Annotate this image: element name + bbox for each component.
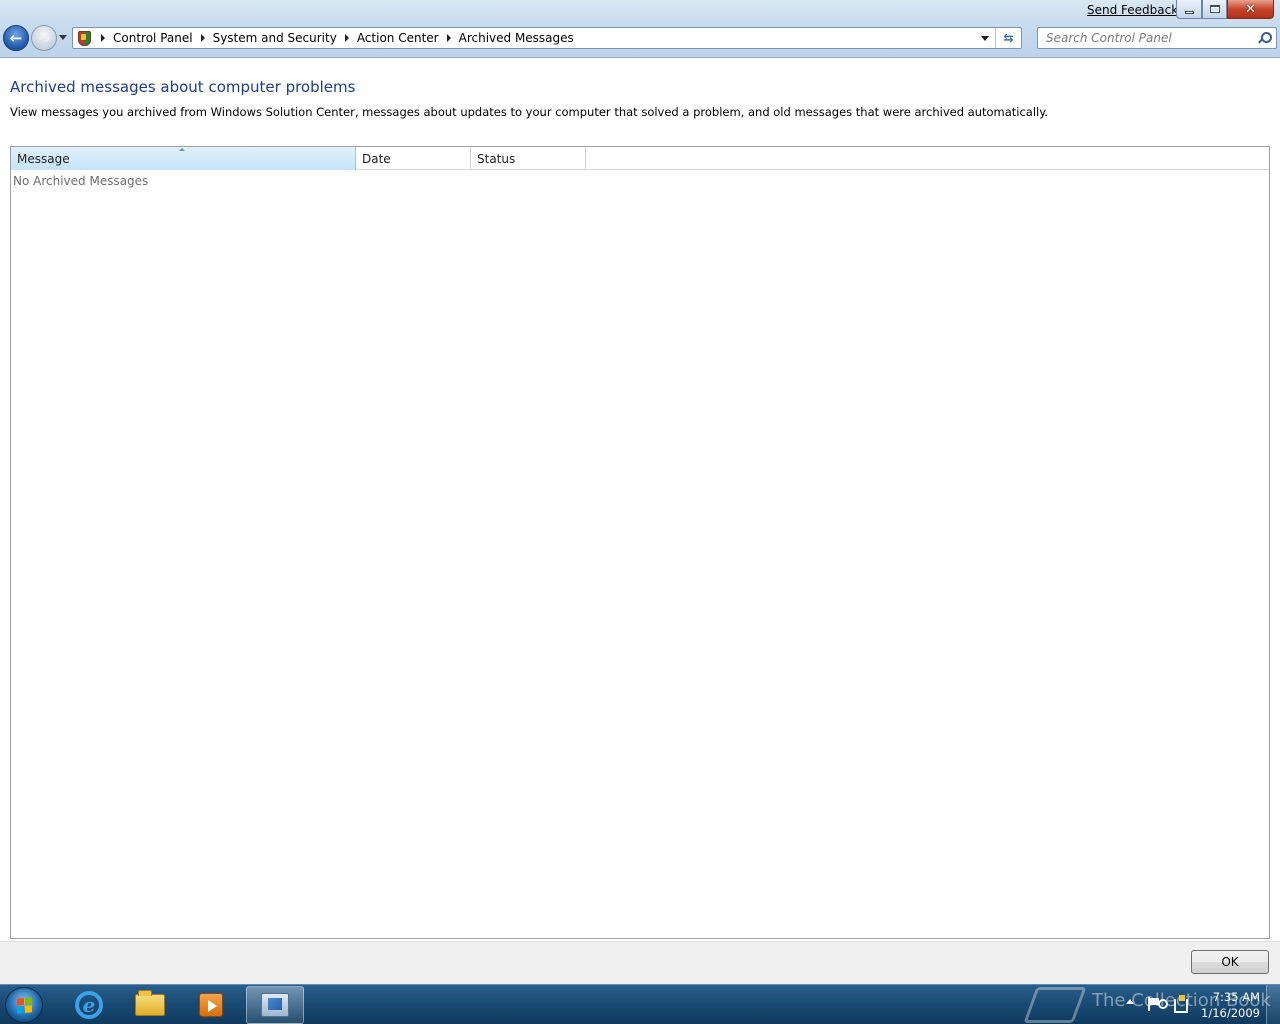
system-clock[interactable]: 7:35 AM 1/16/2009 (1196, 989, 1260, 1021)
back-button[interactable]: ← (3, 25, 29, 51)
power-icon[interactable] (1158, 999, 1168, 1009)
minimize-icon (1184, 10, 1194, 14)
send-feedback-link[interactable]: Send Feedback (1087, 3, 1178, 17)
breadcrumb-control-panel[interactable]: Control Panel (110, 31, 196, 45)
search-box[interactable] (1037, 27, 1277, 49)
show-hidden-icons-icon[interactable] (1126, 999, 1134, 1005)
column-header-status[interactable]: Status (471, 147, 586, 170)
restore-button[interactable] (1202, 0, 1227, 19)
recent-pages-dropdown[interactable] (58, 33, 68, 43)
column-label-status: Status (477, 152, 516, 166)
arrow-left-icon: ← (9, 28, 23, 47)
media-player-icon (199, 993, 223, 1017)
breadcrumb-chevron[interactable] (340, 28, 354, 48)
clock-time: 7:35 AM (1212, 990, 1260, 1004)
forward-button[interactable]: → (31, 25, 57, 51)
column-label-message: Message (17, 152, 70, 166)
taskbar-internet-explorer[interactable]: e (60, 986, 118, 1024)
taskbar-control-panel[interactable] (246, 986, 304, 1024)
refresh-button[interactable]: ⇆ (995, 28, 1021, 48)
control-panel-icon (261, 993, 289, 1017)
restore-icon (1209, 5, 1220, 13)
ok-button[interactable]: OK (1191, 950, 1269, 974)
address-bar[interactable]: Control Panel System and Security Action… (72, 27, 1022, 49)
breadcrumb-system-and-security[interactable]: System and Security (210, 31, 340, 45)
action-center-flag-icon (76, 30, 92, 46)
taskbar-windows-explorer[interactable] (121, 986, 179, 1024)
breadcrumb-chevron[interactable] (196, 28, 210, 48)
sort-ascending-icon (179, 147, 187, 152)
main-content: Archived messages about computer problem… (0, 59, 1280, 941)
windows-logo-icon (17, 997, 32, 1014)
folder-icon (135, 990, 165, 1016)
book-watermark-icon (1023, 987, 1087, 1023)
search-icon[interactable] (1258, 32, 1272, 44)
window-chrome: Send Feedback ✕ ← → Control Panel System… (0, 0, 1280, 58)
internet-explorer-icon: e (75, 991, 103, 1019)
column-header-message[interactable]: Message (11, 147, 356, 170)
list-header: Message Date Status (11, 147, 1269, 170)
arrow-right-icon: → (37, 28, 51, 47)
breadcrumb-chevron[interactable] (442, 28, 456, 48)
minimize-button[interactable] (1176, 0, 1202, 19)
empty-list-message: No Archived Messages (13, 174, 149, 188)
archived-messages-list[interactable]: Message Date Status No Archived Messages (10, 146, 1270, 939)
network-icon[interactable] (1174, 995, 1188, 1013)
breadcrumb-action-center[interactable]: Action Center (354, 31, 442, 45)
page-title: Archived messages about computer problem… (10, 78, 356, 96)
close-button[interactable]: ✕ (1227, 0, 1274, 19)
refresh-icon: ⇆ (1003, 31, 1014, 45)
dialog-footer: OK (0, 941, 1280, 984)
column-label-date: Date (362, 152, 391, 166)
taskbar-media-player[interactable] (182, 986, 240, 1024)
taskbar: e The Collection Book 7:35 AM 1/16/2009 (0, 984, 1280, 1024)
address-dropdown-button[interactable] (977, 28, 993, 48)
search-input[interactable] (1046, 31, 1256, 45)
page-description: View messages you archived from Windows … (10, 105, 1049, 119)
column-header-date[interactable]: Date (356, 147, 471, 170)
start-button[interactable] (5, 987, 43, 1023)
clock-date: 1/16/2009 (1201, 1006, 1260, 1020)
close-icon: ✕ (1245, 1, 1256, 17)
breadcrumb-archived-messages[interactable]: Archived Messages (456, 31, 577, 45)
show-desktop-button[interactable] (1266, 985, 1280, 1024)
breadcrumb-root-chevron[interactable] (96, 28, 110, 48)
